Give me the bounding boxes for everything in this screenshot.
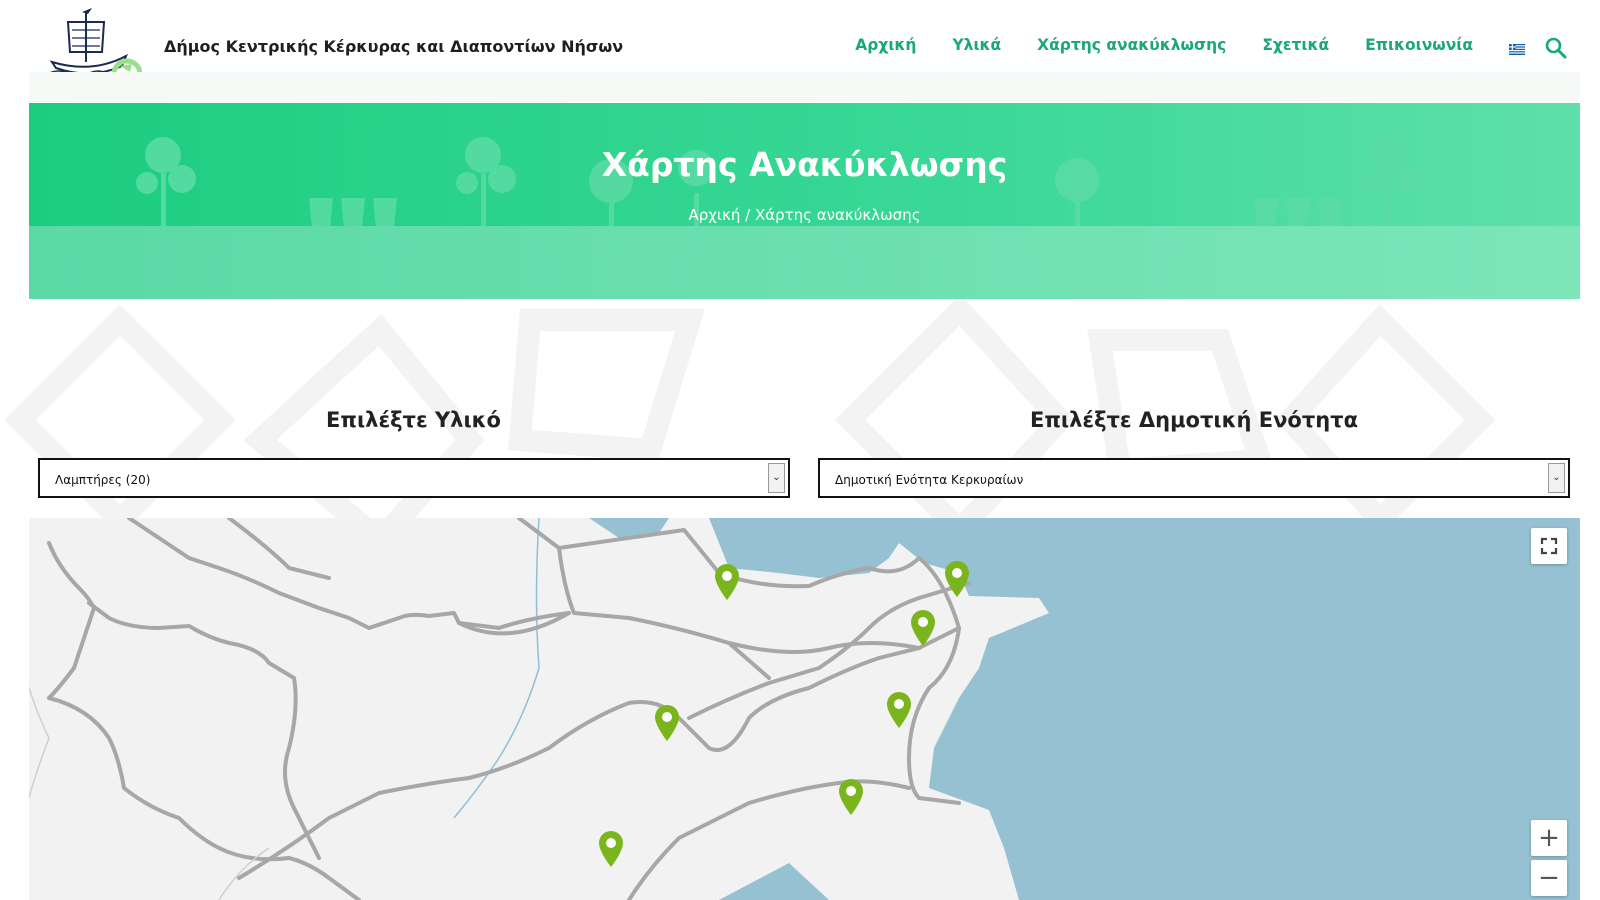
fullscreen-button[interactable] (1531, 528, 1567, 564)
nav-materials[interactable]: Υλικά (952, 36, 1001, 54)
greek-flag-icon[interactable] (1509, 40, 1525, 55)
recycling-point-marker[interactable] (909, 609, 937, 647)
header-divider (29, 72, 1580, 102)
material-select-value: Λαμπτήρες (20) (55, 473, 151, 487)
chevron-down-icon[interactable]: ⌄ (768, 463, 785, 493)
zoom-out-button[interactable]: − (1531, 860, 1567, 896)
nav-about[interactable]: Σχετικά (1262, 36, 1329, 54)
municipal-unit-select[interactable]: Δημοτική Ενότητα Κερκυραίων ⌄ (818, 458, 1570, 498)
page-hero: Χάρτης Ανακύκλωσης Αρχική / Χάρτης ανακύ… (29, 103, 1580, 299)
unit-select-label: Επιλέξτε Δημοτική Ενότητα (1029, 408, 1359, 432)
map-tiles[interactable] (29, 518, 1580, 900)
chevron-down-icon[interactable]: ⌄ (1548, 463, 1565, 493)
site-title[interactable]: Δήμος Κεντρικής Κέρκυρας και Διαποντίων … (164, 37, 623, 56)
nav-home[interactable]: Αρχική (855, 36, 916, 54)
nav-contact[interactable]: Επικοινωνία (1365, 36, 1473, 54)
material-select-label: Επιλέξτε Υλικό (326, 408, 501, 432)
site-header: Δήμος Κεντρικής Κέρκυρας και Διαποντίων … (29, 0, 1580, 90)
breadcrumb-separator: / (740, 206, 755, 224)
nav-recycling-map[interactable]: Χάρτης ανακύκλωσης (1037, 36, 1226, 54)
main-nav: Αρχική Υλικά Χάρτης ανακύκλωσης Σχετικά … (855, 36, 1525, 55)
recycling-point-marker[interactable] (597, 830, 625, 868)
recycling-point-marker[interactable] (885, 691, 913, 729)
search-icon[interactable] (1544, 36, 1568, 60)
breadcrumb-home[interactable]: Αρχική (688, 206, 740, 224)
material-select[interactable]: Λαμπτήρες (20) ⌄ (38, 458, 790, 498)
breadcrumb: Αρχική / Χάρτης ανακύκλωσης (29, 206, 1580, 224)
recycling-point-marker[interactable] (837, 778, 865, 816)
zoom-in-button[interactable]: + (1531, 820, 1567, 856)
recycling-point-marker[interactable] (653, 704, 681, 742)
municipal-unit-select-value: Δημοτική Ενότητα Κερκυραίων (835, 473, 1024, 487)
recycling-point-marker[interactable] (943, 560, 971, 598)
hero-ground (29, 226, 1580, 299)
page-title: Χάρτης Ανακύκλωσης (601, 145, 1008, 184)
fullscreen-icon (1540, 537, 1558, 555)
recycling-map[interactable]: + − (29, 518, 1580, 900)
breadcrumb-current: Χάρτης ανακύκλωσης (754, 206, 921, 224)
recycling-point-marker[interactable] (713, 563, 741, 601)
